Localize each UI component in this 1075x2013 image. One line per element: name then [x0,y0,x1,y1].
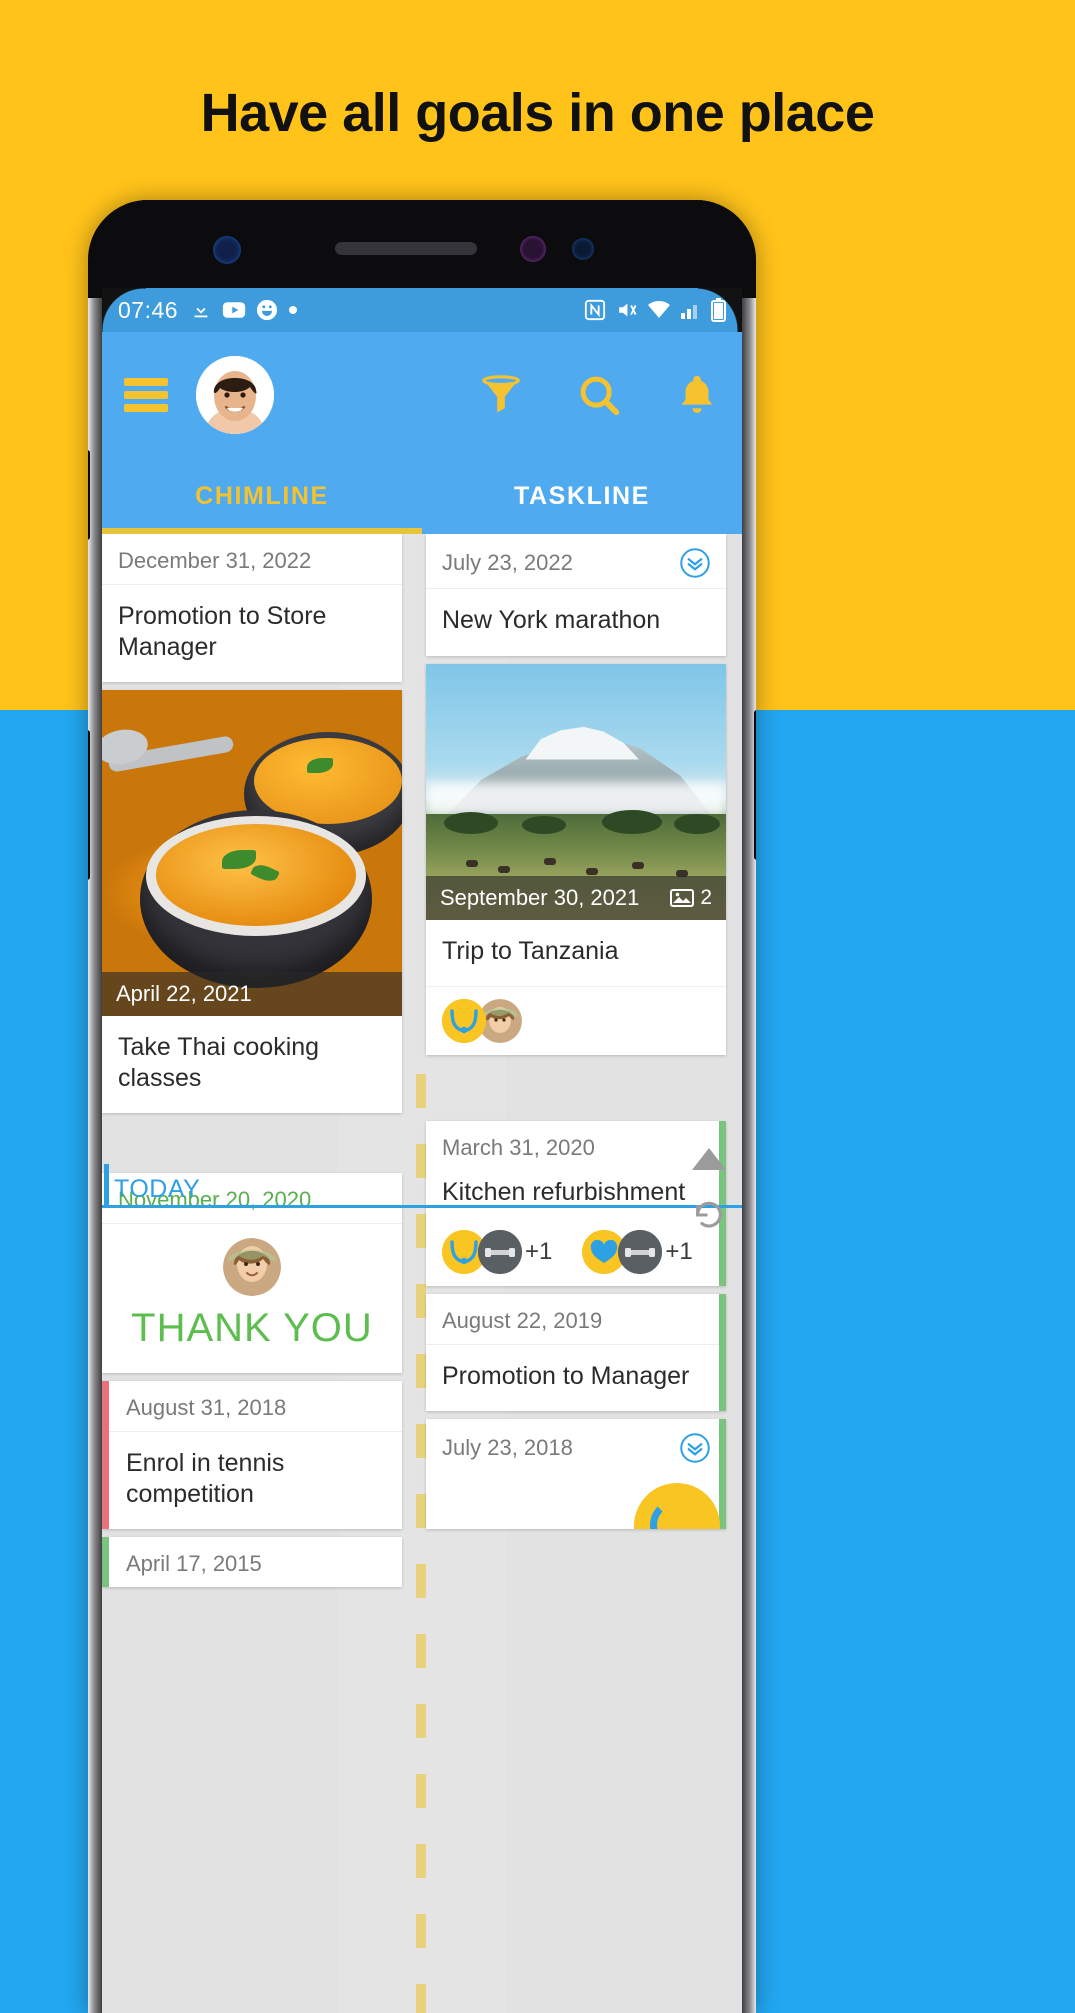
card-date: December 31, 2022 [118,548,312,573]
card-date: April 17, 2015 [126,1551,262,1576]
photo-count: 2 [670,886,712,910]
signal-icon [680,300,702,320]
card-photo[interactable]: April 22, 2021 [102,690,402,1016]
wifi-icon [647,300,671,320]
list-item[interactable]: April 17, 2015 [102,1537,402,1587]
card-title: Take Thai cooking classes [118,1033,320,1092]
phone-bezel [88,200,756,298]
card-title: THANK YOU [131,1306,373,1350]
download-icon [190,299,212,321]
acacia-tree [674,813,720,834]
thank-you-avatar [102,1224,402,1302]
scroll-up-button[interactable] [692,1148,726,1170]
phone-mockup: 07:46 CHIMLINE TASKLINE December 31, 202… [88,200,756,2013]
acacia-tree [522,815,566,834]
list-item[interactable]: August 22, 2019 Promotion to Manager [426,1293,726,1411]
front-camera-icon [213,236,241,264]
hamburger-icon[interactable] [124,378,168,412]
reaction-row[interactable]: +1 +1 [426,1218,726,1286]
card-date: April 22, 2021 [116,981,252,1006]
column-spacer [426,1063,726,1121]
card-photo[interactable]: September 30, 2021 2 [426,663,726,920]
road-center-line [416,1074,426,2013]
card-accent-bar [719,1293,726,1411]
list-item[interactable]: December 31, 2022 Promotion to Store Man… [102,534,402,682]
proximity-sensor-icon [572,238,594,260]
phone-button-right [754,710,756,860]
photo-icon [670,888,695,907]
phone-button-left-top [88,450,90,540]
acacia-tree [602,809,662,834]
nfc-icon [584,299,606,321]
page-title: Have all goals in one place [200,83,875,143]
list-item[interactable]: July 23, 2022 New York marathon [426,534,726,656]
animal [544,857,556,865]
smile-badge[interactable] [442,999,486,1043]
list-item[interactable]: July 23, 2018 [426,1419,726,1529]
card-title: New York marathon [442,606,661,634]
chevron-down-icon[interactable] [680,548,710,578]
card-date: September 30, 2021 [440,884,640,910]
reaction-extra-count: +1 [665,1237,693,1265]
tab-bar: CHIMLINE TASKLINE [102,458,742,534]
dumbbell-badge[interactable] [618,1229,663,1274]
photo-count-value: 2 [700,885,712,909]
dumbbell-badge[interactable] [478,1229,522,1274]
card-accent-bar [102,1537,109,1587]
undo-icon[interactable] [692,1198,726,1232]
today-divider: TODAY [102,1164,742,1210]
card-title: Promotion to Manager [442,1361,690,1390]
dot-icon [288,305,298,315]
status-bar: 07:46 [102,288,742,332]
card-date: July 23, 2018 [442,1435,573,1460]
reaction-row[interactable] [426,986,726,1055]
list-item[interactable]: September 30, 2021 2 Trip to Tanzania [426,663,726,1055]
acacia-tree [444,811,498,834]
chevron-down-icon[interactable] [680,1433,710,1463]
timeline-right-column: July 23, 2022 New York marathon Septembe… [426,534,726,1537]
animal [498,865,510,873]
soup-photo [102,690,402,1016]
card-date: August 31, 2018 [126,1395,287,1420]
reaction-extra-count: +1 [525,1237,553,1265]
battery-icon [711,298,726,322]
earpiece-speaker [335,242,477,255]
list-item[interactable]: April 22, 2021 Take Thai cooking classes [102,690,402,1113]
card-date: August 22, 2019 [442,1307,603,1333]
avatar[interactable] [196,356,274,434]
card-title: Enrol in tennis competition [126,1449,285,1508]
status-time: 07:46 [118,296,179,323]
timeline-left-column: December 31, 2022 Promotion to Store Man… [102,534,402,1595]
animal [466,859,478,867]
mute-icon [615,299,638,321]
card-title: Promotion to Store Manager [118,602,327,661]
app-bar [102,332,742,458]
card-title: Trip to Tanzania [442,936,619,965]
photo-caption: September 30, 2021 2 [426,875,726,920]
phone-button-left-bottom [88,730,90,880]
list-item[interactable]: August 31, 2018 Enrol in tennis competit… [102,1381,402,1529]
bell-icon[interactable] [674,372,720,418]
tab-taskline[interactable]: TASKLINE [422,458,742,534]
search-icon[interactable] [576,372,622,418]
youtube-icon [222,300,246,320]
animal [632,861,644,869]
card-date: March 31, 2020 [442,1135,595,1160]
tab-chimline[interactable]: CHIMLINE [102,458,422,534]
timeline-board[interactable]: December 31, 2022 Promotion to Store Man… [102,534,742,2013]
iris-scanner-icon [520,236,546,262]
snow-cap [525,726,639,760]
photo-caption: April 22, 2021 [102,972,402,1016]
smiley-icon [256,299,278,321]
animal [586,867,598,875]
cloud-band [426,781,726,816]
phone-screen: 07:46 CHIMLINE TASKLINE December 31, 202… [102,288,742,2013]
filter-icon[interactable] [478,372,524,418]
card-date: July 23, 2022 [442,550,573,575]
card-accent-bar [102,1381,109,1529]
